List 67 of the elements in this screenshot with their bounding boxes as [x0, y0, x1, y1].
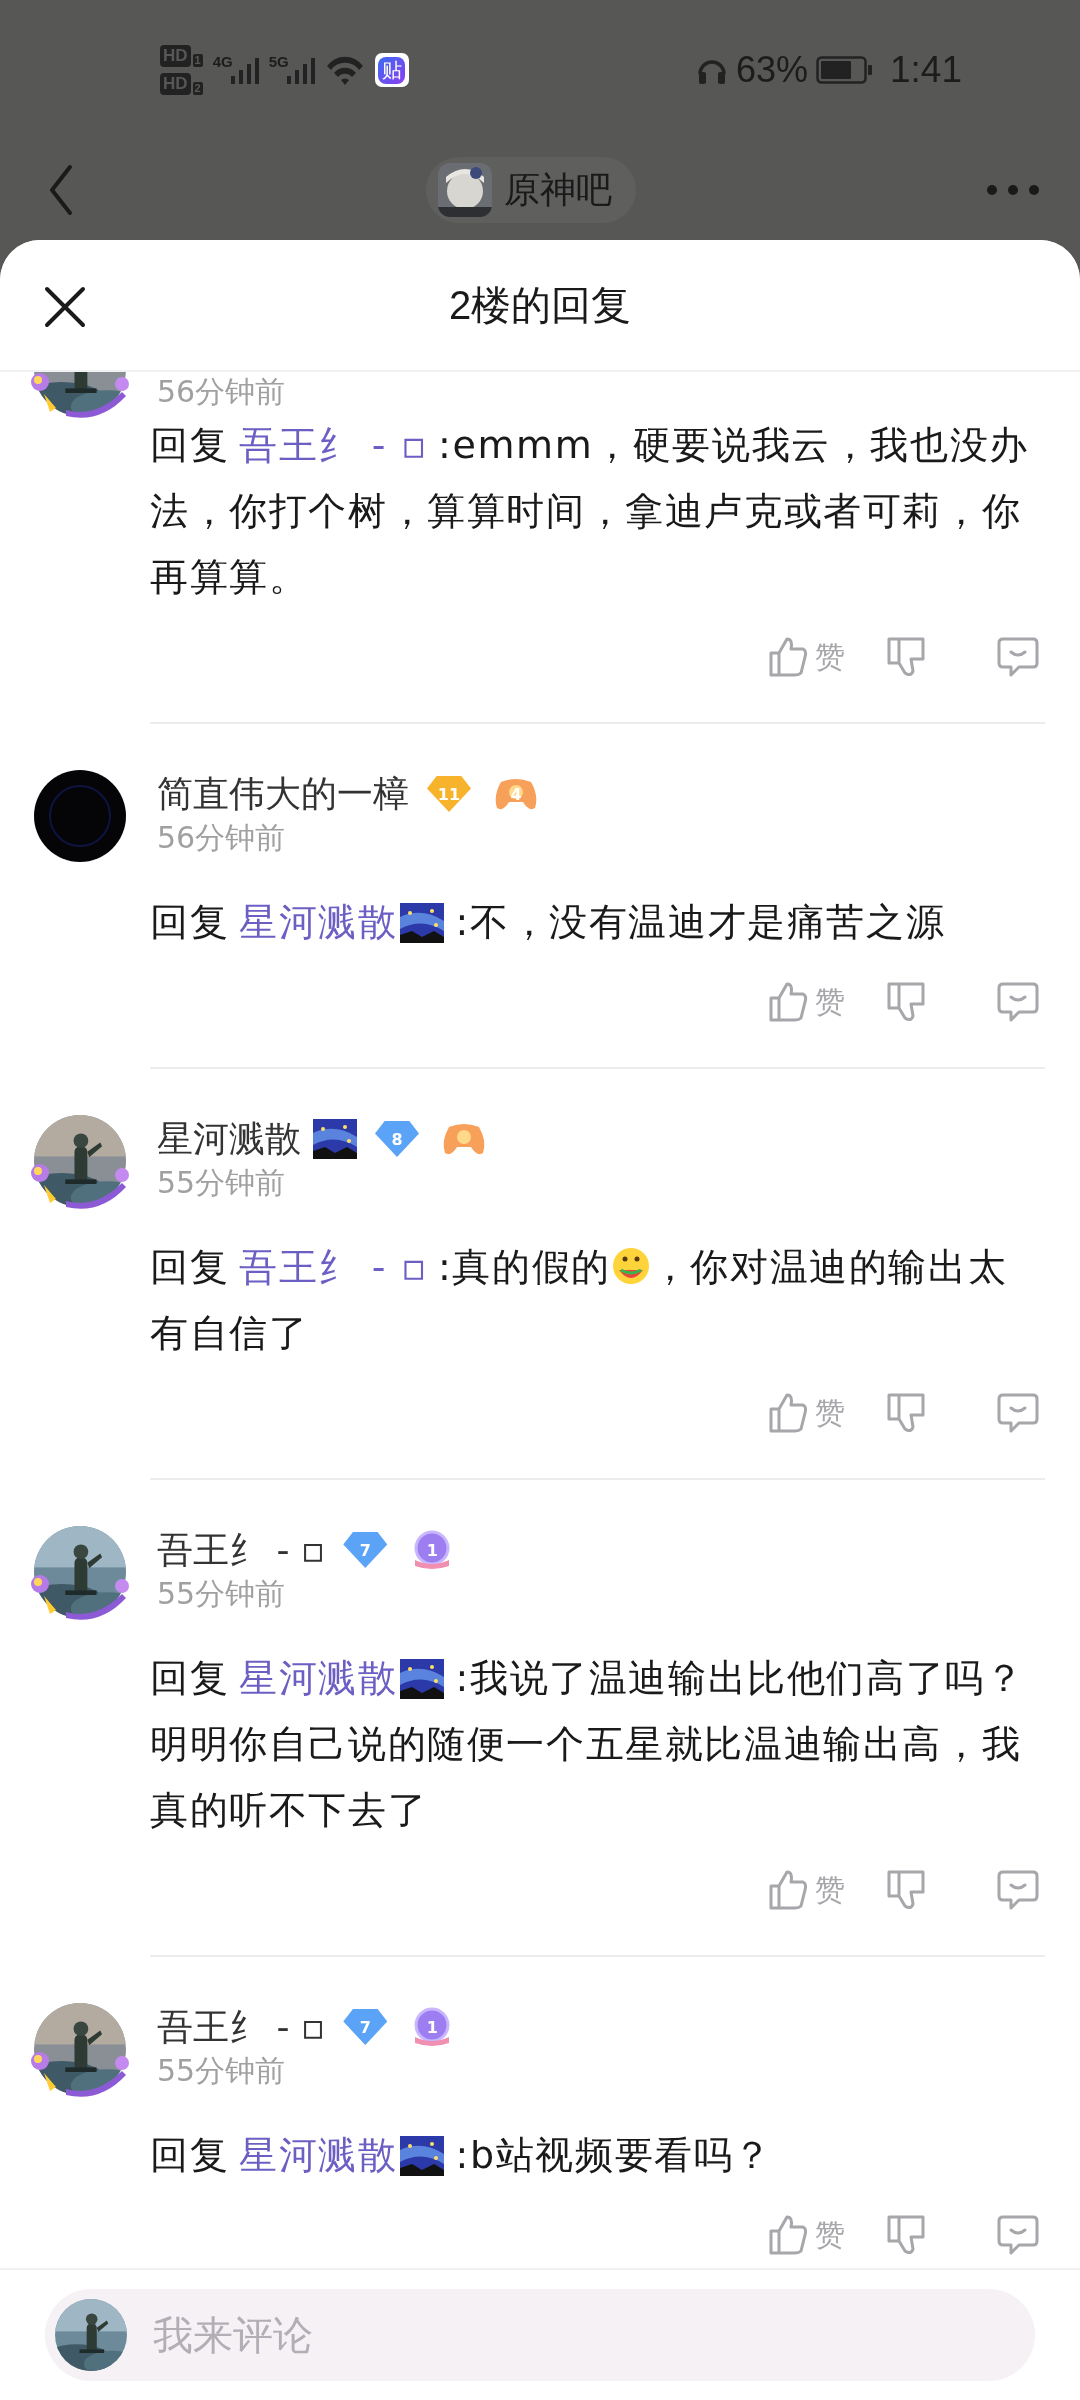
thumbs-down-icon — [885, 2213, 927, 2257]
comment-icon — [997, 1391, 1039, 1435]
forum-name: 原神吧 — [504, 167, 612, 212]
comment-icon — [997, 2213, 1039, 2257]
night-sky-icon — [399, 903, 444, 943]
close-icon — [44, 286, 86, 328]
level-badge: 11 — [427, 776, 471, 812]
thumbs-down-icon — [885, 980, 927, 1024]
battery-icon — [816, 56, 872, 84]
more-icon — [986, 184, 1040, 196]
comment-icon — [997, 1868, 1039, 1912]
user-link[interactable]: 吾王纟 - ▫ — [239, 423, 429, 467]
comment-icon — [997, 635, 1039, 679]
thumbs-up-icon — [767, 1868, 809, 1912]
thumbs-down-icon — [885, 1868, 927, 1912]
post-time: 56分钟前 — [156, 373, 287, 411]
battery-percent: 63% — [735, 49, 808, 91]
comment-text: 回复 吾王纟 - ▫ :emmm，硬要说我云，我也没办法，你打个树，算算时间，拿迪卢克或者可莉，你再算算。 — [150, 422, 1030, 601]
user-name[interactable]: 星河溅散 — [157, 1114, 301, 1164]
thumbs-down-icon — [885, 1391, 927, 1435]
reply-button[interactable] — [997, 980, 1039, 1024]
user-link[interactable]: 星河溅散 — [239, 2133, 398, 2177]
user-link[interactable]: 星河溅散 — [239, 900, 398, 944]
reply-button[interactable] — [997, 1868, 1039, 1912]
reply-button[interactable] — [997, 2213, 1039, 2257]
user-link[interactable]: 星河溅散 — [239, 1656, 398, 1700]
post-time: 55分钟前 — [156, 1575, 287, 1613]
dislike-button[interactable] — [885, 980, 927, 1024]
comment-text: 回复 吾王纟 - ▫ :真的假的 ，你对温迪的输出太有自信了 — [150, 1244, 1009, 1357]
forum-chip[interactable]: 原神吧 — [426, 157, 636, 223]
comment-text: 回复 星河溅散 :不，没有温迪才是痛苦之源 — [150, 899, 947, 946]
night-sky-icon — [399, 1659, 444, 1699]
user-name[interactable]: 吾王纟 - ▫ — [157, 2002, 326, 2052]
network-type: 4G — [212, 54, 233, 70]
level-badge: 7 — [343, 1532, 388, 1568]
dislike-button[interactable] — [885, 1391, 927, 1435]
thumbs-up-icon — [767, 1391, 809, 1435]
user-name[interactable]: 吾王纟 - ▫ — [157, 1525, 326, 1575]
close-button[interactable] — [44, 286, 86, 328]
user-link[interactable]: 吾王纟 - ▫ — [239, 1245, 429, 1289]
dislike-button[interactable] — [885, 2213, 927, 2257]
more-button[interactable] — [986, 184, 1040, 196]
reply-button[interactable] — [997, 1391, 1039, 1435]
night-sky-icon — [399, 2136, 444, 2176]
comment-icon — [997, 980, 1039, 1024]
wifi-icon — [324, 54, 365, 86]
dislike-button[interactable] — [885, 1868, 927, 1912]
thumbs-down-icon — [885, 635, 927, 679]
level-badge: 8 — [375, 1121, 419, 1157]
thumbs-up-icon — [767, 980, 809, 1024]
network-type: 5G — [268, 54, 289, 70]
sheet-title: 2楼的回复 — [448, 281, 632, 329]
emoji-icon — [610, 1246, 651, 1286]
post-time: 55分钟前 — [156, 2052, 287, 2090]
post-time: 56分钟前 — [156, 819, 287, 857]
thumbs-up-icon — [767, 635, 809, 679]
app-icon: 贴 — [378, 56, 406, 84]
comment-field[interactable]: 我来评论 — [45, 2289, 1035, 2381]
post-time: 55分钟前 — [156, 1164, 287, 1202]
clock-time: 1:41 — [890, 49, 962, 91]
reply-button[interactable] — [997, 635, 1039, 679]
user-name[interactable]: 简直伟大的一樟 — [157, 769, 409, 819]
dislike-button[interactable] — [885, 635, 927, 679]
thumbs-up-icon — [767, 2213, 809, 2257]
comment-text: 回复 星河溅散 :b站视频要看吗？ — [150, 2132, 774, 2179]
comment-text: 回复 星河溅散 :我说了温迪输出比他们高了吗？明明你自己说的随便一个五星就比温迪输出高，我真的听不下去了 — [150, 1655, 1026, 1834]
level-badge: 7 — [343, 2009, 388, 2045]
